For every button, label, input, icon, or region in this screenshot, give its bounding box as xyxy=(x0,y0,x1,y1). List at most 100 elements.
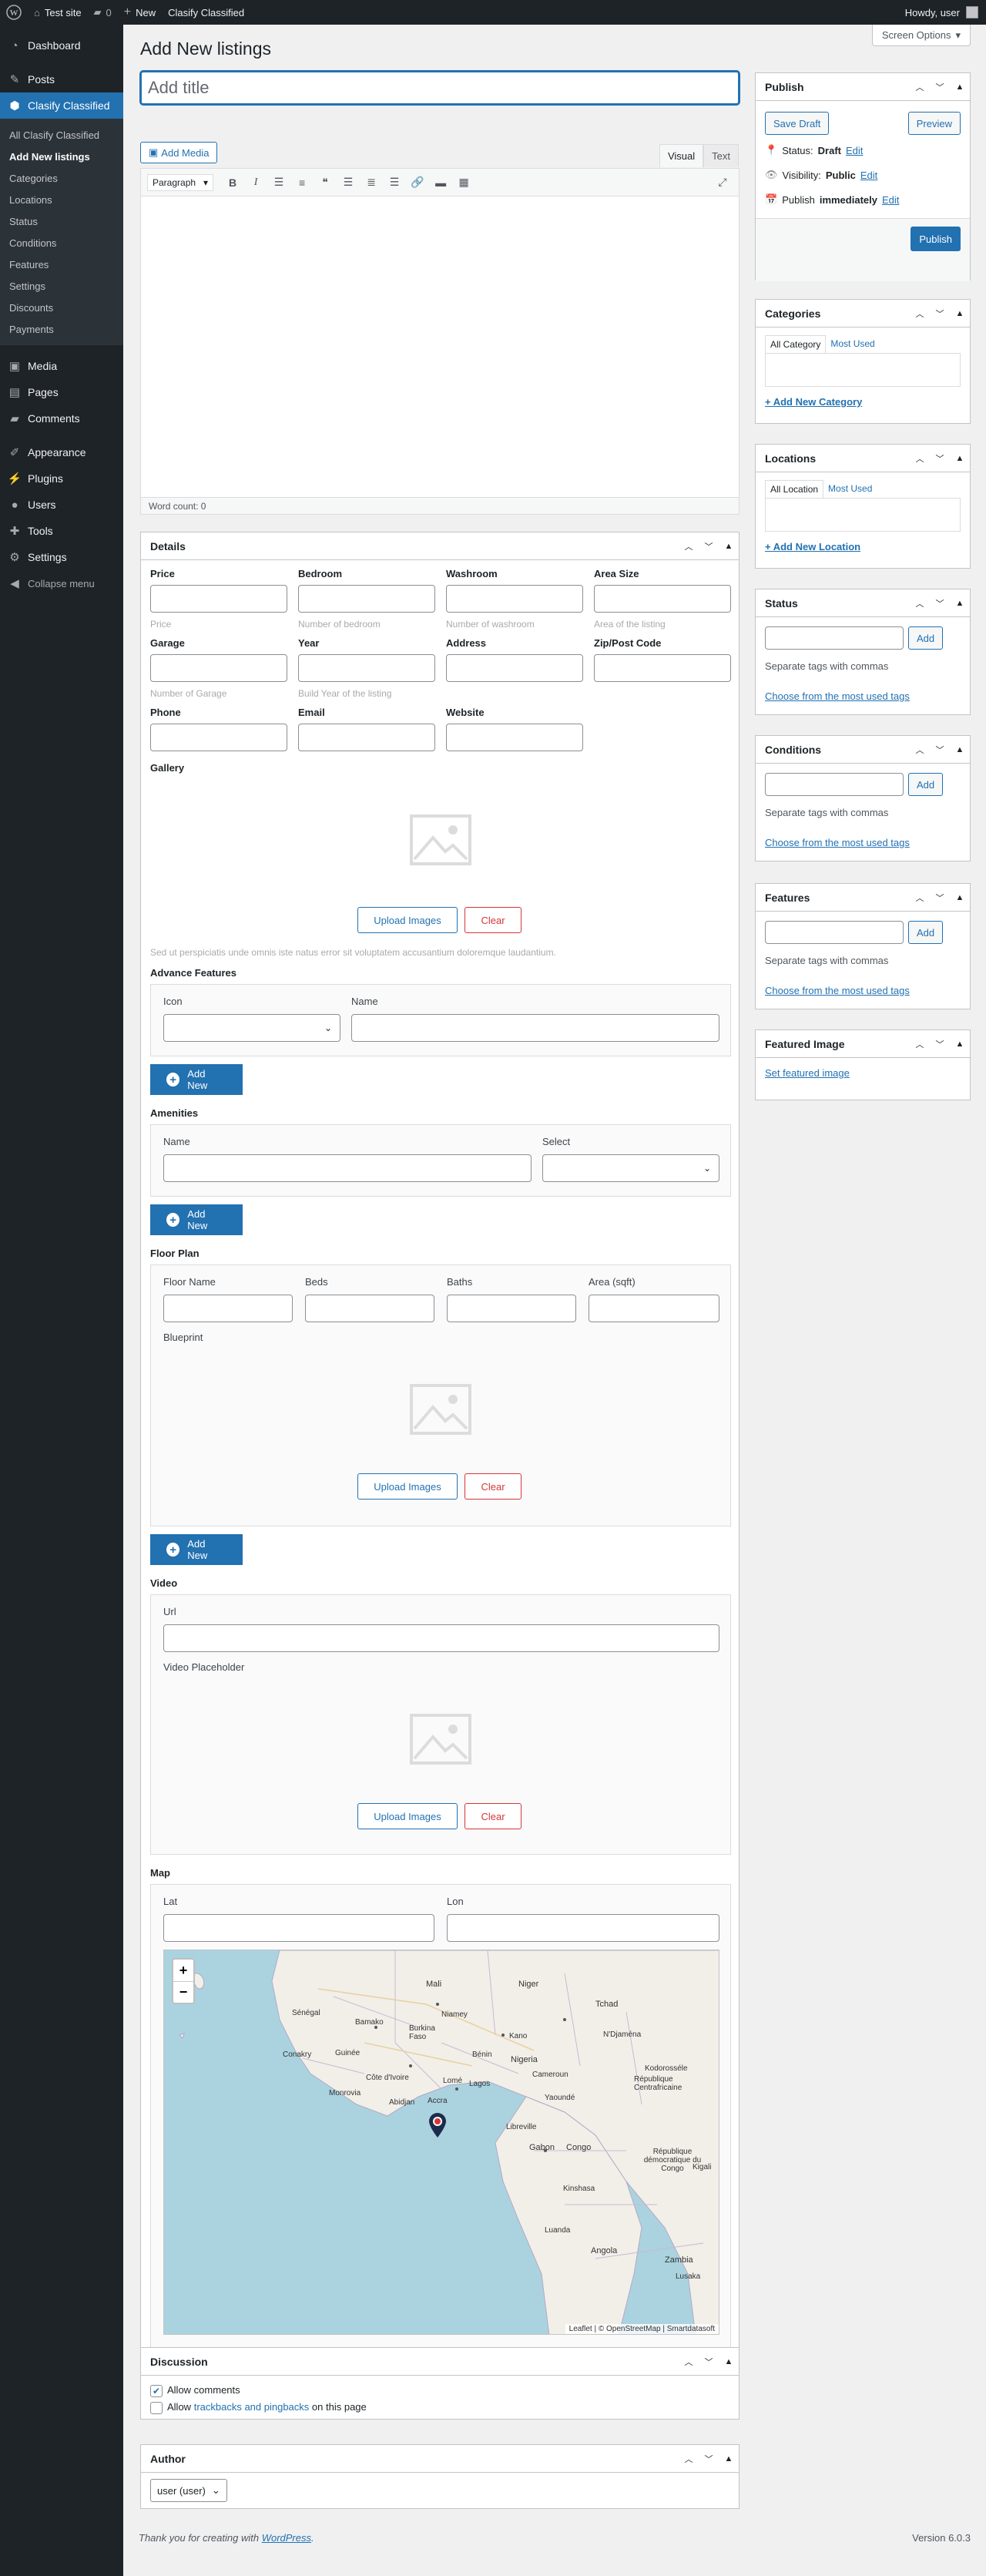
italic-icon[interactable]: I xyxy=(246,173,266,193)
move-up-icon[interactable]: ︿ xyxy=(910,1030,930,1058)
toolbar-toggle-icon[interactable]: ▦ xyxy=(454,173,474,193)
read-more-icon[interactable]: ▬ xyxy=(431,173,451,193)
move-down-icon[interactable]: ﹀ xyxy=(930,1030,950,1058)
toggle-icon[interactable]: ▲ xyxy=(950,1030,970,1058)
email-input[interactable] xyxy=(298,724,435,751)
area-sqft-input[interactable] xyxy=(589,1295,719,1322)
menu-clasify-classified[interactable]: ⬢ Clasify Classified xyxy=(0,92,123,119)
status-tag-add-button[interactable]: Add xyxy=(908,626,944,650)
preview-button[interactable]: Preview xyxy=(907,112,961,135)
move-down-icon[interactable]: ﹀ xyxy=(699,2348,719,2376)
submenu-categories[interactable]: Categories xyxy=(0,167,123,189)
bold-icon[interactable]: B xyxy=(223,173,243,193)
baths-input[interactable] xyxy=(447,1295,576,1322)
move-up-icon[interactable]: ︿ xyxy=(679,532,699,560)
tab-most-used-location[interactable]: Most Used xyxy=(823,480,877,498)
tab-visual[interactable]: Visual xyxy=(659,144,704,167)
toggle-icon[interactable]: ▲ xyxy=(950,73,970,101)
tab-most-used-category[interactable]: Most Used xyxy=(826,335,879,353)
move-down-icon[interactable]: ﹀ xyxy=(699,532,719,560)
website-input[interactable] xyxy=(446,724,583,751)
new-content-link[interactable]: + New xyxy=(118,0,162,25)
toggle-icon[interactable]: ▲ xyxy=(719,2445,739,2473)
washroom-input[interactable] xyxy=(446,585,583,613)
save-draft-button[interactable]: Save Draft xyxy=(765,112,830,135)
submenu-discounts[interactable]: Discounts xyxy=(0,297,123,318)
my-account[interactable]: Howdy, user xyxy=(905,6,986,18)
title-input[interactable] xyxy=(140,71,740,105)
menu-plugins[interactable]: ⚡ Plugins xyxy=(0,465,123,492)
submenu-conditions[interactable]: Conditions xyxy=(0,232,123,254)
allow-comments-checkbox[interactable]: ✔ xyxy=(150,2384,163,2397)
author-select[interactable]: user (user) ⌄ xyxy=(150,2479,227,2502)
link-icon[interactable]: 🔗 xyxy=(407,173,428,193)
status-choose-tags-link[interactable]: Choose from the most used tags xyxy=(765,690,910,702)
add-new-category-link[interactable]: + Add New Category xyxy=(765,396,862,408)
submenu-features[interactable]: Features xyxy=(0,254,123,275)
allow-trackbacks-checkbox[interactable] xyxy=(150,2401,163,2414)
amenity-select[interactable]: ⌄ xyxy=(542,1154,719,1182)
tab-text[interactable]: Text xyxy=(703,144,739,167)
comments-link[interactable]: ▰ 0 xyxy=(88,0,118,25)
conditions-tag-add-button[interactable]: Add xyxy=(908,773,944,796)
price-input[interactable] xyxy=(150,585,287,613)
move-up-icon[interactable]: ︿ xyxy=(679,2348,699,2376)
submenu-add-new[interactable]: Add New listings xyxy=(0,146,123,167)
toggle-icon[interactable]: ▲ xyxy=(950,300,970,327)
amenity-name-input[interactable] xyxy=(163,1154,532,1182)
gallery-clear-button[interactable]: Clear xyxy=(464,907,522,933)
zoom-out-button[interactable]: − xyxy=(173,1981,193,2003)
video-clear-button[interactable]: Clear xyxy=(464,1803,522,1829)
submenu-all-listings[interactable]: All Clasify Classified xyxy=(0,124,123,146)
menu-tools[interactable]: ✚ Tools xyxy=(0,518,123,544)
edit-status-link[interactable]: Edit xyxy=(846,145,863,156)
move-up-icon[interactable]: ︿ xyxy=(910,73,930,101)
floor-name-input[interactable] xyxy=(163,1295,293,1322)
align-left-icon[interactable]: ☰ xyxy=(338,173,358,193)
garage-input[interactable] xyxy=(150,654,287,682)
bedroom-input[interactable] xyxy=(298,585,435,613)
add-floor-plan-button[interactable]: + Add New xyxy=(150,1534,243,1565)
submenu-status[interactable]: Status xyxy=(0,210,123,232)
menu-media[interactable]: ▣ Media xyxy=(0,353,123,379)
move-down-icon[interactable]: ﹀ xyxy=(699,2445,719,2473)
features-choose-tags-link[interactable]: Choose from the most used tags xyxy=(765,985,910,996)
align-right-icon[interactable]: ☰ xyxy=(384,173,404,193)
editor-body[interactable] xyxy=(141,196,739,497)
submenu-locations[interactable]: Locations xyxy=(0,189,123,210)
features-tag-input[interactable] xyxy=(765,921,904,944)
submenu-settings[interactable]: Settings xyxy=(0,275,123,297)
features-tag-add-button[interactable]: Add xyxy=(908,921,944,944)
set-featured-image-link[interactable]: Set featured image xyxy=(765,1067,850,1079)
toggle-icon[interactable]: ▲ xyxy=(719,532,739,560)
map-marker-icon[interactable] xyxy=(428,2112,447,2138)
tab-all-location[interactable]: All Location xyxy=(765,480,824,498)
toggle-icon[interactable]: ▲ xyxy=(950,736,970,764)
edit-visibility-link[interactable]: Edit xyxy=(860,170,877,181)
menu-pages[interactable]: ▤ Pages xyxy=(0,379,123,405)
add-amenity-button[interactable]: + Add New xyxy=(150,1204,243,1235)
move-up-icon[interactable]: ︿ xyxy=(910,445,930,472)
publish-button[interactable]: Publish xyxy=(911,227,961,251)
feature-name-input[interactable] xyxy=(351,1014,719,1042)
collapse-menu-button[interactable]: ◀ Collapse menu xyxy=(0,570,123,596)
move-down-icon[interactable]: ﹀ xyxy=(930,73,950,101)
menu-dashboard[interactable]: ◔ Dashboard xyxy=(0,32,123,59)
fullscreen-icon[interactable]: ⤢ xyxy=(713,173,733,193)
lat-input[interactable] xyxy=(163,1914,434,1942)
status-tag-input[interactable] xyxy=(765,626,904,650)
location-map[interactable]: Mali Niger Tchad Sénégal Bamako Niamey B… xyxy=(163,1950,719,2335)
align-center-icon[interactable]: ≣ xyxy=(361,173,381,193)
move-up-icon[interactable]: ︿ xyxy=(910,589,930,617)
menu-settings[interactable]: ⚙ Settings xyxy=(0,544,123,570)
zoom-in-button[interactable]: + xyxy=(173,1960,193,1981)
move-down-icon[interactable]: ﹀ xyxy=(930,300,950,327)
blueprint-clear-button[interactable]: Clear xyxy=(464,1473,522,1500)
format-select[interactable]: Paragraph ▾ xyxy=(147,173,214,191)
video-upload-button[interactable]: Upload Images xyxy=(357,1803,458,1829)
add-feature-button[interactable]: + Add New xyxy=(150,1064,243,1095)
screen-options-button[interactable]: Screen Options ▾ xyxy=(871,25,971,46)
add-media-button[interactable]: ▣ Add Media xyxy=(140,142,218,163)
move-up-icon[interactable]: ︿ xyxy=(679,2445,699,2473)
tab-all-category[interactable]: All Category xyxy=(765,335,827,353)
